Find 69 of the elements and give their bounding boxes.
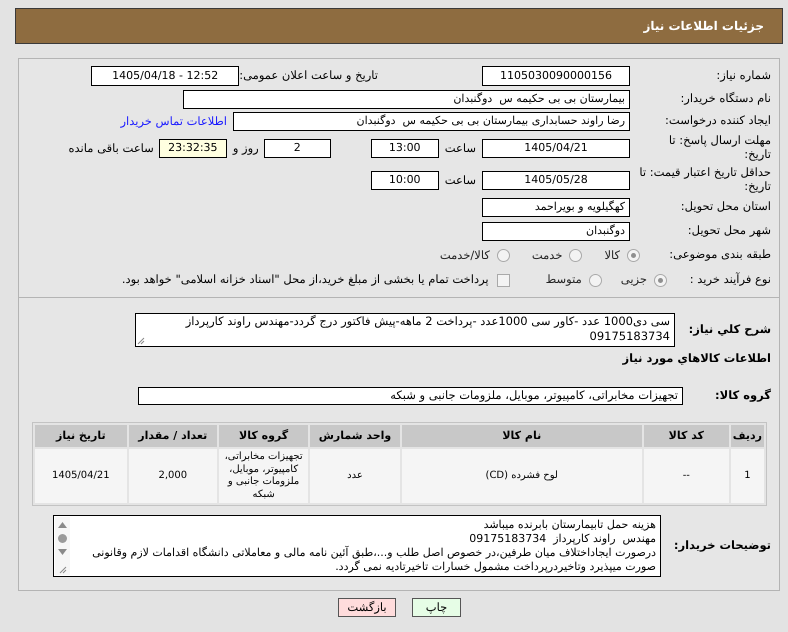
table-cell: لوح فشرده (CD) xyxy=(402,449,642,503)
print-button[interactable]: چاپ xyxy=(412,598,461,617)
deadline-time-field[interactable]: 13:00 xyxy=(370,139,439,158)
field-label: گروه کالا: xyxy=(715,388,771,402)
price-validity-date-field[interactable]: 1405/05/28 xyxy=(482,171,630,190)
field-label: روز و xyxy=(232,140,259,157)
field-label: ایجاد کننده درخواست: xyxy=(665,113,771,128)
column-header: کد کالا xyxy=(644,425,729,447)
resize-grip-icon[interactable] xyxy=(137,337,145,345)
radio-label: کالا xyxy=(604,246,620,264)
field-label: ساعت باقی مانده xyxy=(68,140,154,157)
field-label: ساعت xyxy=(444,140,476,157)
radio-label: متوسط xyxy=(546,271,582,288)
table-cell: عدد xyxy=(310,449,400,503)
column-header: واحد شمارش xyxy=(310,425,400,447)
field-label: تاریخ و ساعت اعلان عمومی: xyxy=(239,67,378,84)
radio-label: خدمت xyxy=(532,246,562,264)
column-header: ردیف xyxy=(730,425,764,447)
need-number-field[interactable]: 1105030090000156 xyxy=(482,66,630,86)
delivery-province-field[interactable]: کهگیلویه و بویراحمد xyxy=(482,198,630,217)
notes-field[interactable]: هزینه حمل تابیمارستان بابرنده میباشد مهندس راوند کارپرداز 09175183734 درصورت ایجاداختلاف میان طرفین،در خصوص اصل طلب و...،طبق آئین نامه مالی و معاملاتی دانشگاه اقدامات لازم وقانونی صورت میپذیرد وتاخیردرپرداخت مشمول خسارات تاخیرتادیه نمی گردد. xyxy=(53,515,661,577)
back-button[interactable]: بازگشت xyxy=(338,598,396,617)
scrollbar[interactable] xyxy=(55,517,70,575)
description-field[interactable]: سی دی1000 عدد -کاور سی 1000عدد -پرداخت 2 ماهه-پیش فاکتور درج گردد-مهندس راوند کارپرداز 09175183734 xyxy=(135,313,675,347)
radio-button[interactable] xyxy=(627,249,640,262)
delivery-city-field[interactable]: دوگنبدان xyxy=(482,222,630,240)
page-title: جزئیات اطلاعات نیاز xyxy=(643,18,764,35)
field-label: نوع فرآیند خرید : xyxy=(690,272,771,286)
radio-label: کالا/خدمت xyxy=(440,246,490,264)
section-title: اطلاعات کالاهاي مورد نياز xyxy=(622,350,771,368)
table-cell: -- xyxy=(644,449,729,503)
radio-button[interactable] xyxy=(569,249,582,262)
field-label: مهلت ارسال پاسخ: تا تاریخ: xyxy=(668,133,771,162)
radio-button[interactable] xyxy=(654,274,667,286)
remaining-time-field[interactable]: 23:32:35 xyxy=(158,139,227,158)
table-cell: تجهیزات مخابراتی، کامپیوتر، موبایل، ملزومات جانبی و شبکه xyxy=(218,449,308,503)
table-cell: 2,000 xyxy=(128,449,217,503)
deadline-date-field[interactable]: 1405/04/21 xyxy=(482,139,630,158)
column-header: گروه کالا xyxy=(218,425,308,447)
resize-grip-icon[interactable] xyxy=(58,566,66,574)
scroll-down-icon[interactable] xyxy=(58,549,67,555)
field-label: شهر محل تحویل: xyxy=(688,222,771,237)
field-label: طبقه بندی موضوعی: xyxy=(669,247,771,262)
requester-field[interactable]: رضا راوند حسابداری بیمارستان بی بی حکیمه س دوگنبدان xyxy=(233,112,630,131)
checkbox-label: پرداخت تمام یا بخشی از مبلغ خرید،از محل "اسناد خزانه اسلامی" خواهد بود. xyxy=(122,271,489,288)
goods-group-field[interactable]: تجهیزات مخابراتی، کامپیوتر، موبایل، ملزومات جانبی و شبکه xyxy=(138,387,683,405)
buyer-organization-field[interactable]: بیمارستان بی بی حکیمه س دوگنبدان xyxy=(183,90,630,109)
checkbox[interactable] xyxy=(496,274,510,286)
field-label: نام دستگاه خریدار: xyxy=(680,91,771,106)
field-label: استان محل تحویل: xyxy=(680,199,771,214)
field-label: شماره نیاز: xyxy=(716,68,771,82)
field-label: حداقل تاریخ اعتبار قیمت: تا تاریخ: xyxy=(638,165,771,194)
column-header: نام کالا xyxy=(402,425,642,447)
field-label: توضیحات خریدار: xyxy=(674,538,771,552)
column-header: تعداد / مقدار xyxy=(128,425,217,447)
contact-link[interactable]: اطلاعات تماس خریدار xyxy=(120,112,227,130)
radio-button[interactable] xyxy=(588,274,602,286)
radio-label: جزیی xyxy=(620,271,647,288)
days-field[interactable]: 2 xyxy=(264,139,331,158)
announcement-date-field[interactable]: 1405/04/18 - 12:52 xyxy=(91,66,240,86)
table-cell: 1405/04/21 xyxy=(35,449,127,503)
field-label: ساعت xyxy=(444,172,476,189)
column-header: تاریخ نیاز xyxy=(35,425,127,447)
price-validity-time-field[interactable]: 10:00 xyxy=(370,171,439,190)
scroll-up-icon[interactable] xyxy=(58,522,67,528)
field-label: شرح کلي نياز: xyxy=(688,322,771,336)
table-cell: 1 xyxy=(730,449,764,503)
scroll-thumb[interactable] xyxy=(58,534,67,543)
radio-button[interactable] xyxy=(496,249,510,262)
